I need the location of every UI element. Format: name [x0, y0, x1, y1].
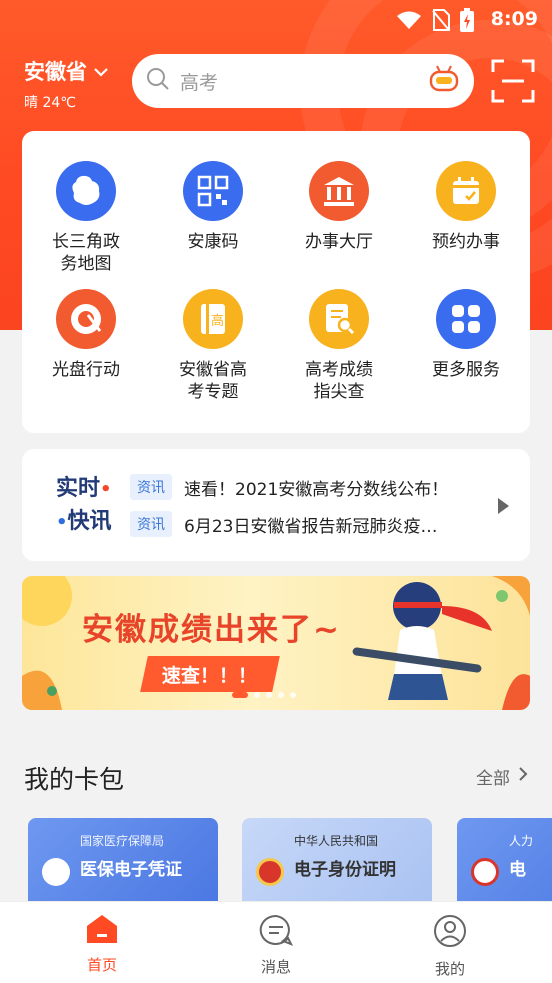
tab-messages[interactable]: 消息	[236, 914, 316, 977]
wallet-card-hr[interactable]: 人力 电	[457, 818, 552, 908]
search-input[interactable]: 高考	[180, 68, 428, 95]
search-bar[interactable]: 高考	[132, 54, 474, 108]
medical-insurance-logo-icon	[42, 858, 70, 886]
news-item[interactable]: 资讯 速看！2021安徽高考分数线公布！	[130, 474, 448, 500]
pagination-dot	[266, 692, 272, 698]
book-icon: 高	[183, 289, 243, 349]
service-clean-plate[interactable]: 光盘行动	[26, 289, 146, 381]
plate-icon	[56, 289, 116, 349]
service-yangtze-map[interactable]: 长三角政务地图	[26, 161, 146, 275]
province-name: 安徽省	[24, 60, 87, 84]
news-brand: 实时• •快讯	[56, 476, 112, 534]
card-name: 医保电子凭证	[80, 860, 182, 880]
svg-text:高: 高	[211, 313, 224, 329]
cta-label: 速查！！！	[162, 664, 258, 687]
service-label: 更多服务	[432, 360, 500, 380]
card-name: 电	[509, 860, 526, 880]
service-label: 预约办事	[432, 232, 500, 252]
user-icon	[433, 915, 467, 952]
wallet-card-id[interactable]: 中华人民共和国 电子身份证明	[242, 818, 432, 908]
tab-profile[interactable]: 我的	[410, 914, 490, 979]
tab-home[interactable]: 首页	[62, 914, 142, 975]
service-ankang-code[interactable]: 安康码	[153, 161, 273, 253]
status-time: 8:09	[490, 8, 538, 30]
map-icon	[56, 161, 116, 221]
banner-cta-button[interactable]: 速查！！！	[140, 656, 280, 692]
news-text: 速看！2021安徽高考分数线公布！	[184, 479, 449, 500]
chevron-down-icon	[93, 59, 109, 83]
service-label: 安康码	[187, 232, 239, 252]
service-label: 安徽省高考专题	[179, 360, 247, 402]
service-label: 光盘行动	[52, 360, 120, 380]
scan-button[interactable]	[490, 58, 536, 104]
news-tag: 资讯	[130, 474, 172, 500]
brand-line2: 快讯	[67, 509, 112, 534]
national-emblem-icon	[256, 858, 284, 886]
chevron-right-icon	[518, 766, 528, 787]
card-org: 国家医疗保障局	[80, 834, 165, 848]
tab-label: 我的	[434, 960, 465, 978]
play-arrow-icon[interactable]	[496, 497, 510, 519]
home-icon	[86, 915, 118, 948]
pagination-dot	[254, 692, 260, 698]
service-more[interactable]: 更多服务	[406, 289, 526, 381]
calendar-icon	[436, 161, 496, 221]
promo-banner[interactable]: 安徽成绩出来了~ 速查！！！	[22, 576, 530, 710]
pagination-dot	[278, 692, 284, 698]
no-sim-icon	[432, 9, 450, 35]
search-icon	[146, 67, 170, 95]
wallet-all-link[interactable]: 全部	[476, 764, 528, 789]
status-bar: 8:09	[0, 0, 552, 38]
document-search-icon	[309, 289, 369, 349]
service-gaokao-topic[interactable]: 高 安徽省高考专题	[153, 289, 273, 403]
wallet-card-medical[interactable]: 国家医疗保障局 医保电子凭证	[28, 818, 218, 908]
message-icon	[259, 914, 294, 950]
service-label: 高考成绩指尖查	[305, 360, 373, 402]
wallet-title: 我的卡包	[24, 765, 125, 794]
grid-icon	[436, 289, 496, 349]
news-ticker[interactable]: 实时• •快讯 资讯 速看！2021安徽高考分数线公布！ 资讯 6月23日安徽省…	[22, 449, 530, 561]
card-org: 中华人民共和国	[294, 834, 379, 848]
news-tag: 资讯	[130, 511, 172, 537]
robot-assistant-icon[interactable]	[428, 64, 460, 98]
pagination-dot-active	[232, 692, 248, 698]
brand-line1: 实时	[56, 476, 101, 501]
service-label: 办事大厅	[305, 232, 373, 252]
hr-logo-icon	[471, 858, 499, 886]
pagination-dot	[290, 692, 296, 698]
bottom-tab-bar: 首页 消息 我的	[0, 901, 552, 983]
wifi-icon	[396, 10, 422, 34]
hall-icon	[309, 161, 369, 221]
news-item[interactable]: 资讯 6月23日安徽省报告新冠肺炎疫…	[130, 511, 437, 537]
tab-label: 消息	[260, 958, 291, 976]
weather-text: 晴 24℃	[24, 95, 76, 111]
card-name: 电子身份证明	[294, 860, 396, 880]
all-label: 全部	[476, 769, 510, 789]
service-score-query[interactable]: 高考成绩指尖查	[279, 289, 399, 403]
service-office-hall[interactable]: 办事大厅	[279, 161, 399, 253]
wallet-cards: 国家医疗保障局 医保电子凭证 中华人民共和国 电子身份证明 人力 电	[28, 818, 552, 908]
service-appointment[interactable]: 预约办事	[406, 161, 526, 253]
banner-headline: 安徽成绩出来了~	[82, 612, 341, 648]
news-text: 6月23日安徽省报告新冠肺炎疫…	[184, 516, 438, 537]
card-org: 人力	[509, 834, 534, 848]
location-selector[interactable]: 安徽省 晴 24℃	[24, 56, 109, 112]
service-label: 长三角政务地图	[52, 232, 120, 274]
banner-pagination	[232, 692, 296, 698]
services-card: 长三角政务地图 安康码 办事大厅 预约办事 光盘行动 高 安徽省高考专题 高考成…	[22, 131, 530, 433]
qr-code-icon	[183, 161, 243, 221]
tab-label: 首页	[86, 956, 117, 974]
battery-charging-icon	[460, 8, 474, 36]
